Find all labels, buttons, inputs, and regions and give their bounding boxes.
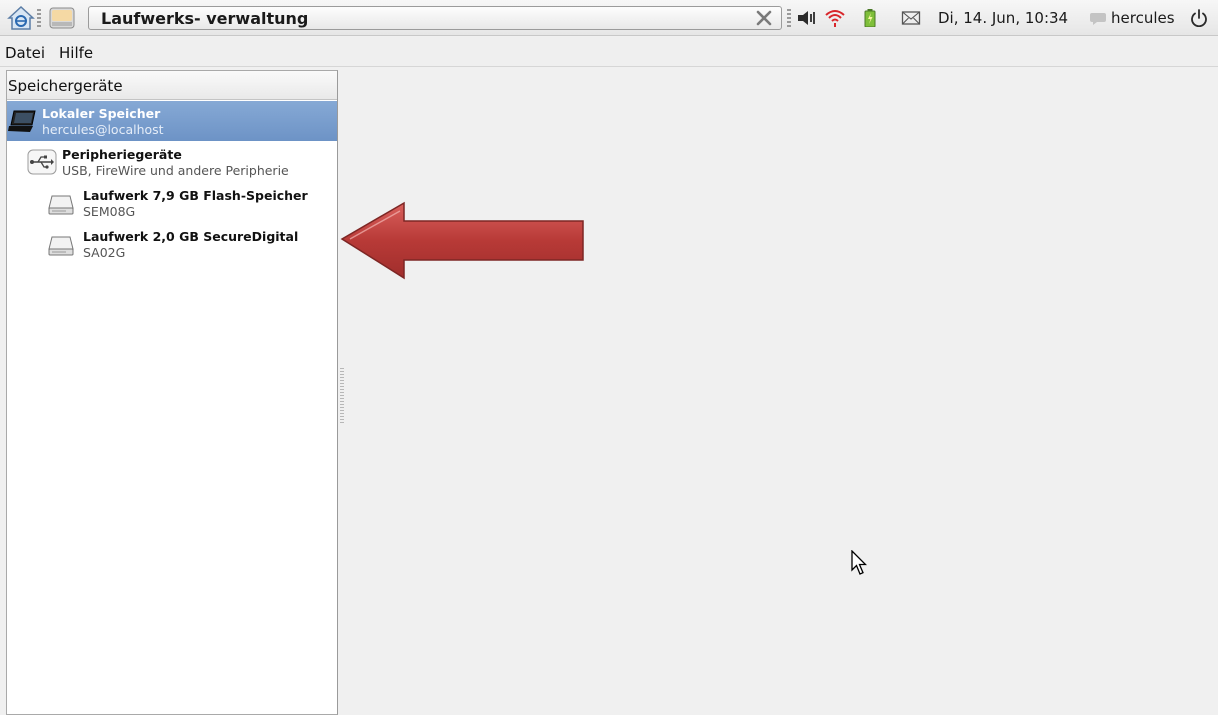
speaker-icon[interactable]: [796, 9, 820, 27]
menu-datei[interactable]: Datei: [5, 44, 45, 62]
username[interactable]: hercules: [1111, 9, 1175, 27]
hard-drive-icon: [48, 236, 74, 256]
storage-devices-pane[interactable]: Speichergeräte Lokaler Speicher hercules…: [6, 70, 338, 715]
peripherals-subtitle: USB, FireWire und andere Peripherie: [62, 163, 289, 178]
hard-drive-icon: [48, 195, 74, 215]
drive-sd-subtitle: SA02G: [83, 245, 126, 260]
local-storage-subtitle: hercules@localhost: [42, 122, 164, 137]
usb-icon: [27, 149, 57, 175]
drive-flash-subtitle: SEM08G: [83, 204, 136, 219]
panel-grip: [37, 9, 41, 27]
tree-item-drive-sd[interactable]: Laufwerk 2,0 GB SecureDigital SA02G: [7, 225, 337, 263]
local-storage-title: Lokaler Speicher: [42, 106, 161, 121]
annotation-arrow-icon: [340, 201, 584, 280]
chat-icon[interactable]: [1089, 9, 1107, 27]
home-icon[interactable]: [7, 5, 35, 31]
disk-utility-icon[interactable]: [48, 5, 76, 31]
mail-icon[interactable]: [901, 9, 921, 27]
window-title: Laufwerks- verwaltung: [101, 9, 309, 28]
drive-sd-title: Laufwerk 2,0 GB SecureDigital: [83, 229, 299, 244]
close-icon[interactable]: [755, 9, 773, 27]
sidebar-header-label: Speichergeräte: [8, 77, 123, 95]
tree-item-drive-flash[interactable]: Laufwerk 7,9 GB Flash-Speicher SEM08G: [7, 184, 337, 222]
wifi-icon[interactable]: [824, 9, 846, 27]
peripherals-title: Peripheriegeräte: [62, 147, 182, 162]
disk-utility-window: Laufwerks- verwaltung Di, 14. Jun, 10:34: [0, 0, 1218, 715]
menu-hilfe[interactable]: Hilfe: [59, 44, 93, 62]
mouse-cursor-icon: [851, 550, 867, 575]
power-icon[interactable]: [1189, 9, 1209, 27]
details-pane: [339, 70, 1218, 715]
pane-resize-handle[interactable]: [340, 368, 344, 424]
taskbar: Laufwerks- verwaltung Di, 14. Jun, 10:34: [0, 0, 1218, 36]
tray-grip: [787, 9, 791, 27]
clock[interactable]: Di, 14. Jun, 10:34: [938, 9, 1068, 27]
window-list-button[interactable]: Laufwerks- verwaltung: [88, 6, 782, 30]
menubar: Datei Hilfe: [0, 37, 1218, 67]
drive-flash-title: Laufwerk 7,9 GB Flash-Speicher: [83, 188, 308, 203]
sidebar-header[interactable]: Speichergeräte: [7, 71, 337, 100]
tree-item-local-storage[interactable]: Lokaler Speicher hercules@localhost: [7, 101, 337, 141]
battery-icon[interactable]: [864, 9, 876, 27]
tree-item-peripherals[interactable]: Peripheriegeräte USB, FireWire und ander…: [7, 143, 337, 181]
laptop-icon: [8, 110, 36, 132]
